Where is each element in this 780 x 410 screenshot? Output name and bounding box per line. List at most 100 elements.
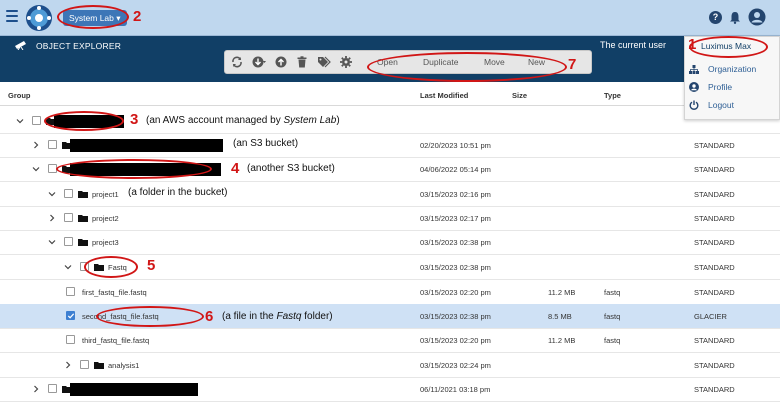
- row-checkbox[interactable]: [66, 311, 75, 320]
- menu-item-profile[interactable]: Profile: [689, 82, 732, 92]
- chevron-right-icon[interactable]: [48, 214, 56, 222]
- cell-modified: 03/15/2023 02:20 pm: [420, 336, 491, 345]
- avatar[interactable]: [748, 8, 766, 26]
- folder-row[interactable]: project2 03/15/2023 02:17 pm STANDARD: [0, 206, 780, 231]
- column-size[interactable]: Size: [512, 91, 527, 100]
- cell-storage: STANDARD: [694, 214, 735, 223]
- cell-modified: 06/11/2021 03:18 pm: [420, 385, 491, 394]
- row-checkbox[interactable]: [48, 384, 57, 393]
- trash-icon[interactable]: [296, 56, 308, 68]
- cell-modified: 03/15/2023 02:16 pm: [420, 190, 491, 199]
- chevron-down-icon[interactable]: [16, 117, 24, 125]
- table-header: Group Last Modified Size Type: [0, 82, 780, 106]
- annotation-number-5: 5: [147, 257, 156, 274]
- row-checkbox[interactable]: [64, 189, 73, 198]
- file-row[interactable]: third_fastq_file.fastq 03/15/2023 02:20 p…: [0, 328, 780, 353]
- item-name[interactable]: analysis1: [108, 361, 139, 370]
- annotation-number-4: 4: [231, 160, 240, 177]
- cell-modified: 02/20/2023 10:51 pm: [420, 141, 491, 150]
- cell-modified: 03/15/2023 02:24 pm: [420, 361, 491, 370]
- page-title: OBJECT EXPLORER: [36, 41, 122, 51]
- cell-modified: 03/15/2023 02:38 pm: [420, 312, 491, 321]
- menu-item-organization[interactable]: Organization: [689, 64, 756, 74]
- annotation-number-3: 3: [130, 111, 139, 128]
- cell-ftype: fastq: [604, 312, 621, 321]
- bell-icon[interactable]: [729, 11, 741, 24]
- chevron-down-icon[interactable]: [32, 165, 40, 173]
- cell-storage: STANDARD: [694, 238, 735, 247]
- folder-icon: [78, 191, 88, 198]
- annotation-text-6: (a file in the Fastq folder): [222, 311, 333, 322]
- folder-row[interactable]: analysis1 03/15/2023 02:24 pm STANDARD: [0, 353, 780, 378]
- row-checkbox[interactable]: [66, 287, 75, 296]
- cell-storage: STANDARD: [694, 141, 735, 150]
- annotation-text-3: (an AWS account managed by System Lab): [146, 115, 340, 126]
- chevron-down-icon[interactable]: [48, 190, 56, 198]
- chevron-down-icon[interactable]: [48, 238, 56, 246]
- cell-storage: STANDARD: [694, 190, 735, 199]
- menu-icon[interactable]: [6, 10, 18, 22]
- chevron-right-icon[interactable]: [32, 385, 40, 393]
- item-name[interactable]: project3: [92, 238, 119, 247]
- current-user-label: The current user: [600, 40, 667, 50]
- annotation-oval-5: [84, 256, 138, 278]
- annotation-oval-6: [96, 306, 204, 327]
- cell-ftype: fastq: [604, 336, 621, 345]
- cell-storage: STANDARD: [694, 385, 735, 394]
- cell-storage: STANDARD: [694, 263, 735, 272]
- download-icon[interactable]: [252, 56, 266, 68]
- check-icon: [67, 313, 75, 319]
- folder-row[interactable]: project1 03/15/2023 02:16 pm STANDARD: [0, 182, 780, 207]
- file-row[interactable]: first_fastq_file.fastq 03/15/2023 02:20 p…: [0, 280, 780, 305]
- annotation-text-4: (another S3 bucket): [247, 163, 335, 174]
- column-type[interactable]: Type: [604, 91, 621, 100]
- column-last-modified[interactable]: Last Modified: [420, 91, 468, 100]
- column-group[interactable]: Group: [8, 91, 31, 100]
- item-name[interactable]: third_fastq_file.fastq: [82, 336, 149, 345]
- folder-icon: [78, 215, 88, 222]
- gear-icon[interactable]: [340, 56, 352, 68]
- telescope-icon: [15, 41, 26, 50]
- item-name[interactable]: project2: [92, 214, 119, 223]
- chevron-down-icon[interactable]: [64, 263, 72, 271]
- folder-row[interactable]: 02/20/2023 10:51 pm STANDARD: [0, 133, 780, 158]
- annotation-number-2: 2: [133, 8, 142, 25]
- cell-storage: STANDARD: [694, 336, 735, 345]
- folder-icon: [78, 239, 88, 246]
- annotation-number-7: 7: [568, 56, 577, 73]
- redacted-name: [70, 383, 198, 396]
- folder-row[interactable]: 06/11/2021 03:18 pm STANDARD: [0, 377, 780, 402]
- item-name[interactable]: project1: [92, 190, 119, 199]
- tag-icon[interactable]: [317, 56, 331, 68]
- row-checkbox[interactable]: [48, 140, 57, 149]
- cell-ftype: fastq: [604, 288, 621, 297]
- annotation-text-s3: (an S3 bucket): [233, 138, 299, 149]
- cell-modified: 03/15/2023 02:38 pm: [420, 263, 491, 272]
- upload-icon[interactable]: [275, 56, 287, 68]
- menu-item-logout[interactable]: Logout: [689, 100, 734, 110]
- chevron-right-icon[interactable]: [64, 361, 72, 369]
- folder-row[interactable]: project3 03/15/2023 02:38 pm STANDARD: [0, 230, 780, 255]
- annotation-oval-2: [57, 5, 129, 29]
- cell-storage: STANDARD: [694, 288, 735, 297]
- redacted-name: [70, 139, 223, 152]
- row-checkbox[interactable]: [32, 116, 41, 125]
- cell-size: 11.2 MB: [548, 288, 576, 297]
- row-checkbox[interactable]: [66, 335, 75, 344]
- refresh-icon[interactable]: [231, 56, 243, 68]
- chevron-right-icon[interactable]: [32, 141, 40, 149]
- annotation-oval-7: [367, 52, 567, 82]
- annotation-oval-1: [689, 36, 768, 58]
- row-checkbox[interactable]: [64, 237, 73, 246]
- annotation-text-folder: (a folder in the bucket): [128, 187, 228, 198]
- cell-storage: STANDARD: [694, 165, 735, 174]
- help-icon[interactable]: ?: [709, 10, 722, 24]
- annotation-oval-3: [44, 111, 124, 131]
- row-checkbox[interactable]: [64, 213, 73, 222]
- cell-storage: STANDARD: [694, 361, 735, 370]
- cell-size: 8.5 MB: [548, 312, 572, 321]
- power-icon: [689, 100, 699, 110]
- item-name[interactable]: first_fastq_file.fastq: [82, 288, 147, 297]
- cell-size: 11.2 MB: [548, 336, 576, 345]
- row-checkbox[interactable]: [80, 360, 89, 369]
